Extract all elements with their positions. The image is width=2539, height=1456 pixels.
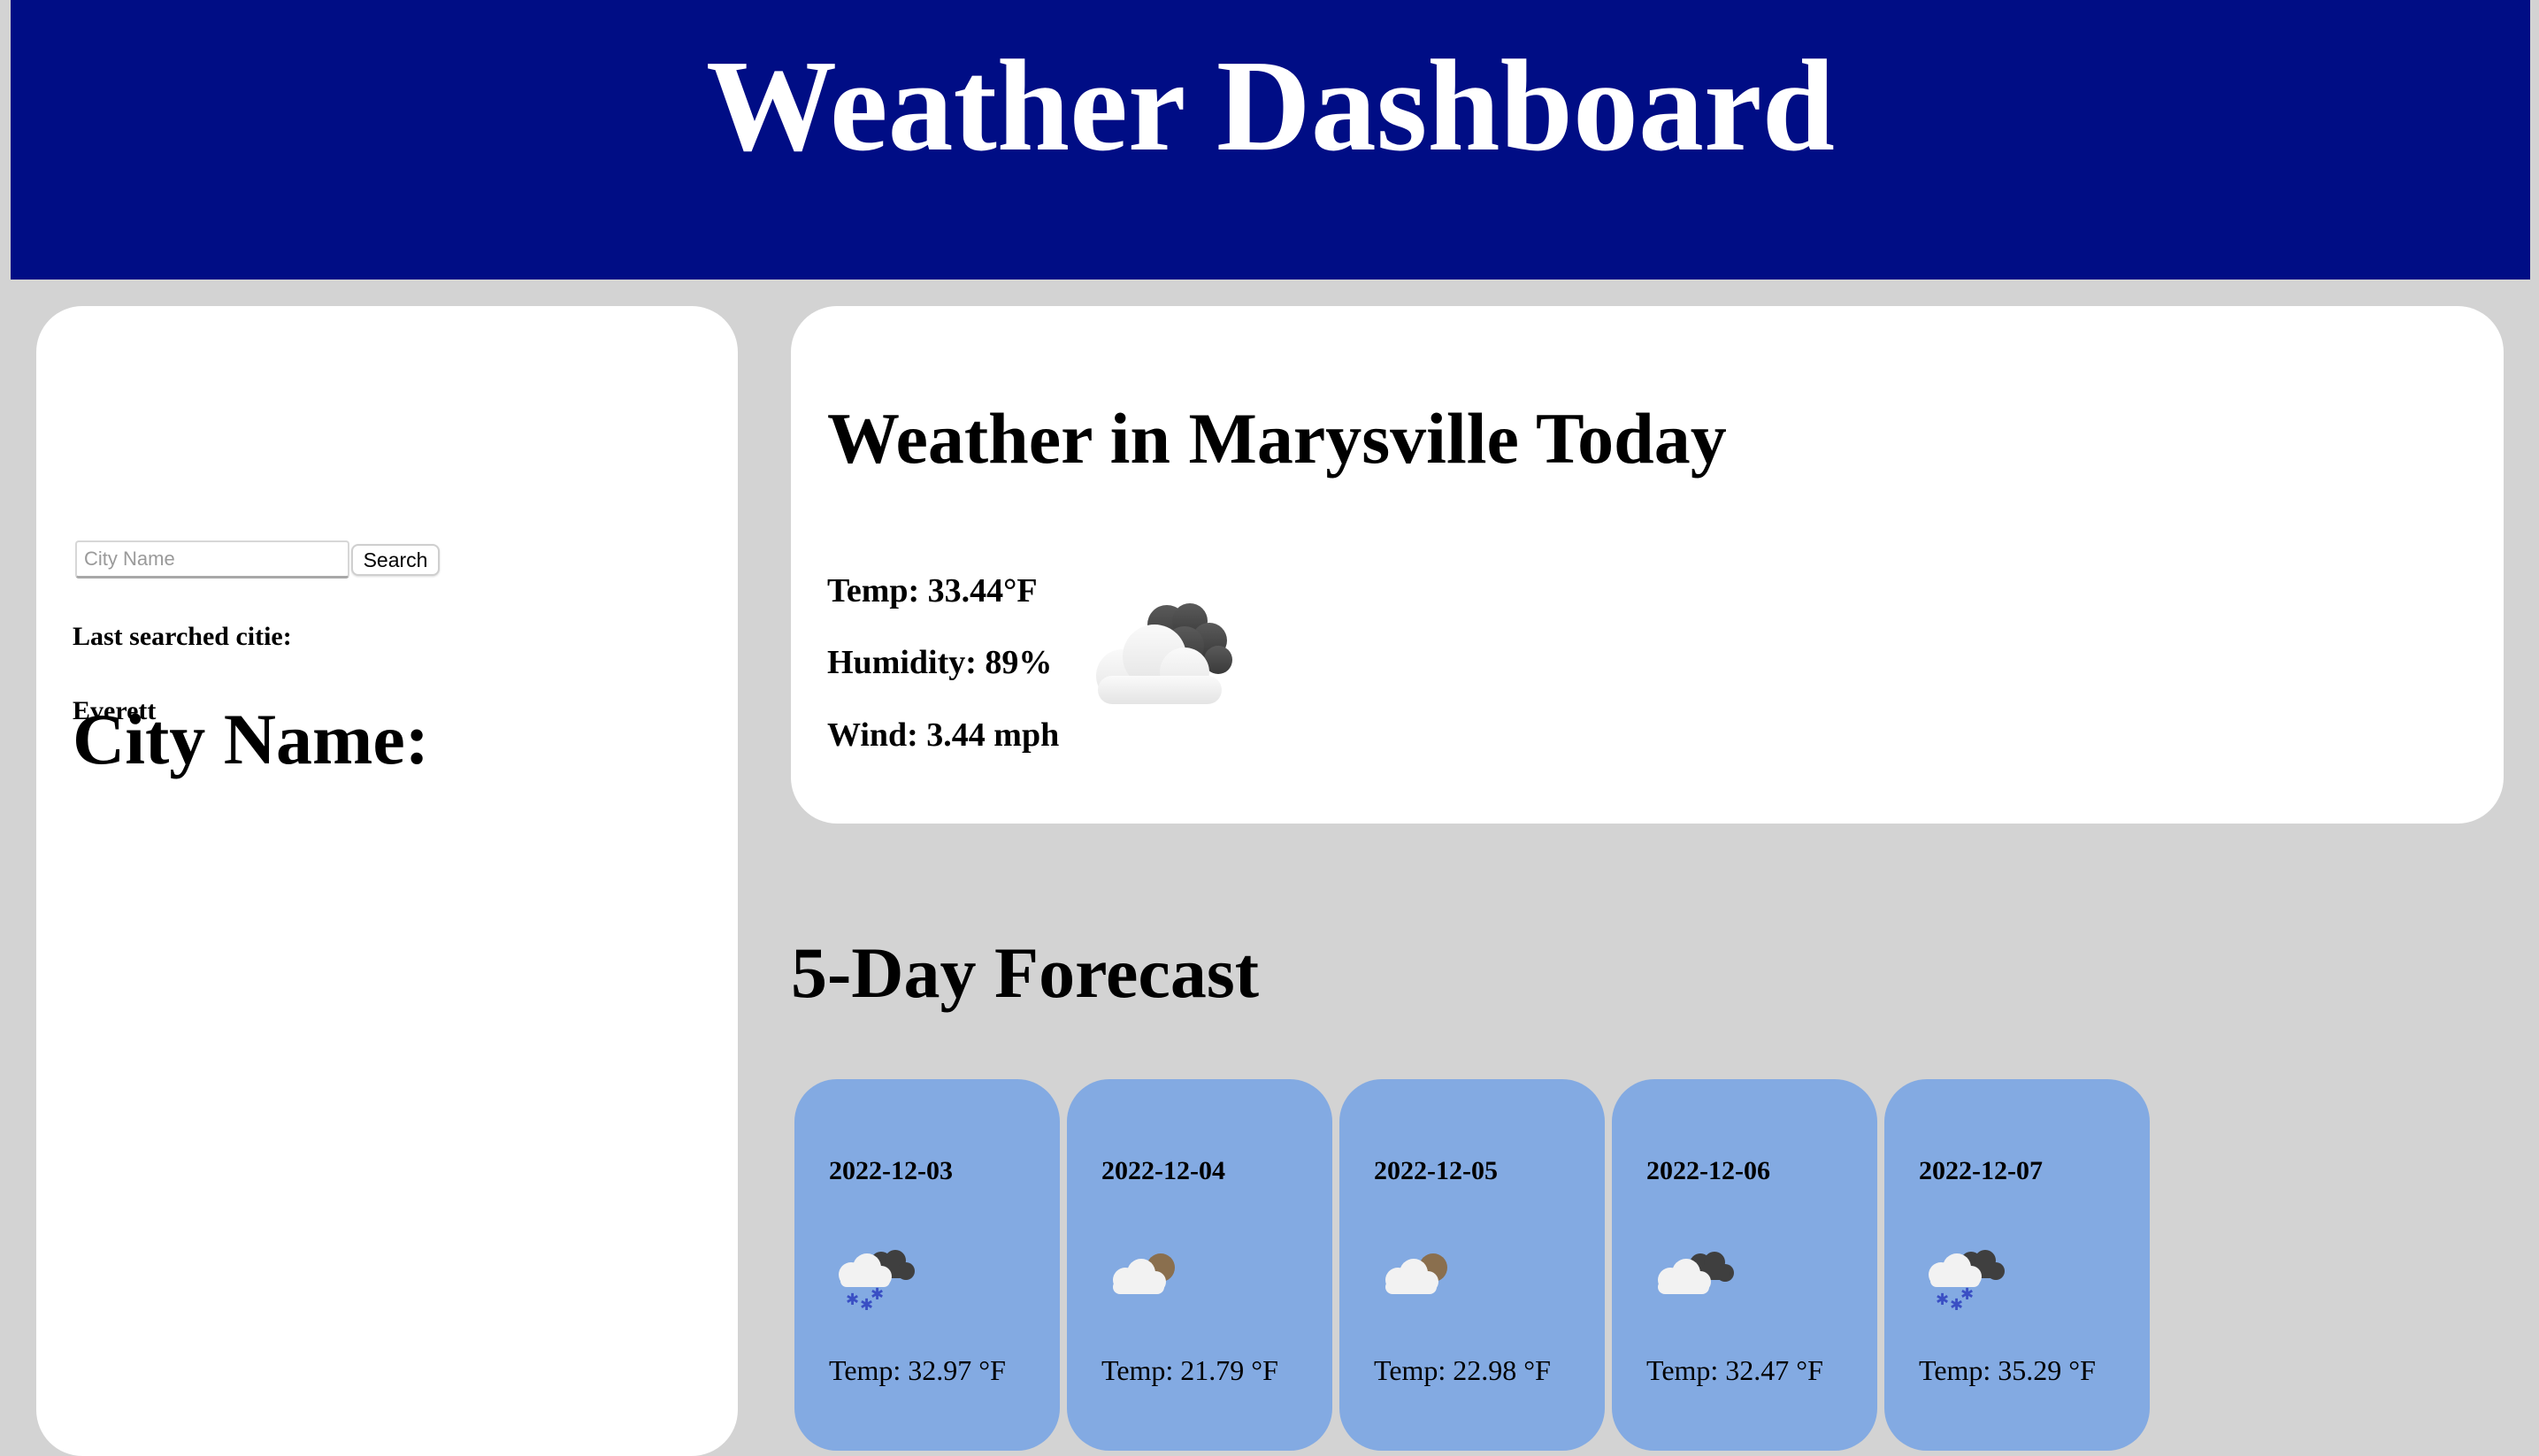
today-temp: Temp: 33.44°F [827,572,1038,609]
forecast-temp: Temp: 32.97 °F [829,1354,1006,1386]
svg-text:✱: ✱ [871,1285,884,1304]
partly-cloudy-dark-icon [1096,603,1232,704]
page-title: Weather Dashboard [706,34,1835,179]
cloudy-icon [1658,1252,1734,1294]
svg-text:✱: ✱ [1960,1285,1974,1304]
snow-icon: ✱ ✱✱ [839,1250,915,1314]
cloud-sun-icon [1385,1253,1447,1294]
today-weather-panel: Weather in Marysville Today Temp: 33.44°… [791,306,2504,824]
forecast-row: 2022-12-03 ✱ ✱ ✱ Temp: 32.97 °F 2022-12-04… [794,1079,2157,1451]
city-search-input[interactable] [75,540,349,579]
snow-icon: ✱ ✱✱ [1929,1250,2005,1314]
forecast-temp: Temp: 35.29 °F [1919,1354,2096,1386]
svg-text:✱: ✱ [846,1291,859,1309]
search-panel: City Name: Search Last searched citie: E… [36,306,738,1456]
forecast-temp: Temp: 21.79 °F [1101,1354,1278,1386]
forecast-date: 2022-12-06 [1646,1156,1770,1185]
forecast-temp: Temp: 22.98 °F [1374,1354,1551,1386]
forecast-card: 2022-12-03 ✱ ✱ ✱ Temp: 32.97 °F [794,1079,1060,1451]
forecast-date: 2022-12-04 [1101,1156,1225,1185]
forecast-card: 2022-12-06 Temp: 32.47 °F [1612,1079,1877,1451]
forecast-card: 2022-12-07 ✱ ✱ ✱ Temp: 35.29 °F [1884,1079,2150,1451]
forecast-date: 2022-12-07 [1919,1156,2043,1185]
forecast-card: 2022-12-04 Temp: 21.79 °F [1067,1079,1332,1451]
today-wind: Wind: 3.44 mph [827,717,1060,754]
header-banner: Weather Dashboard [11,0,2530,280]
history-item-everett[interactable]: Everett [73,695,156,727]
today-heading: Weather in Marysville Today [827,398,1727,479]
forecast-date: 2022-12-03 [829,1156,953,1185]
today-humidity: Humidity: 89% [827,644,1053,681]
forecast-heading: 5-Day Forecast [791,932,1260,1013]
search-button[interactable]: Search [351,544,440,576]
forecast-temp: Temp: 32.47 °F [1646,1354,1823,1386]
forecast-card: 2022-12-05 Temp: 22.98 °F [1339,1079,1605,1451]
last-searched-label: Last searched citie: [73,622,292,651]
cloud-sun-icon [1113,1253,1175,1294]
forecast-date: 2022-12-05 [1374,1156,1498,1185]
svg-text:✱: ✱ [1936,1291,1949,1309]
